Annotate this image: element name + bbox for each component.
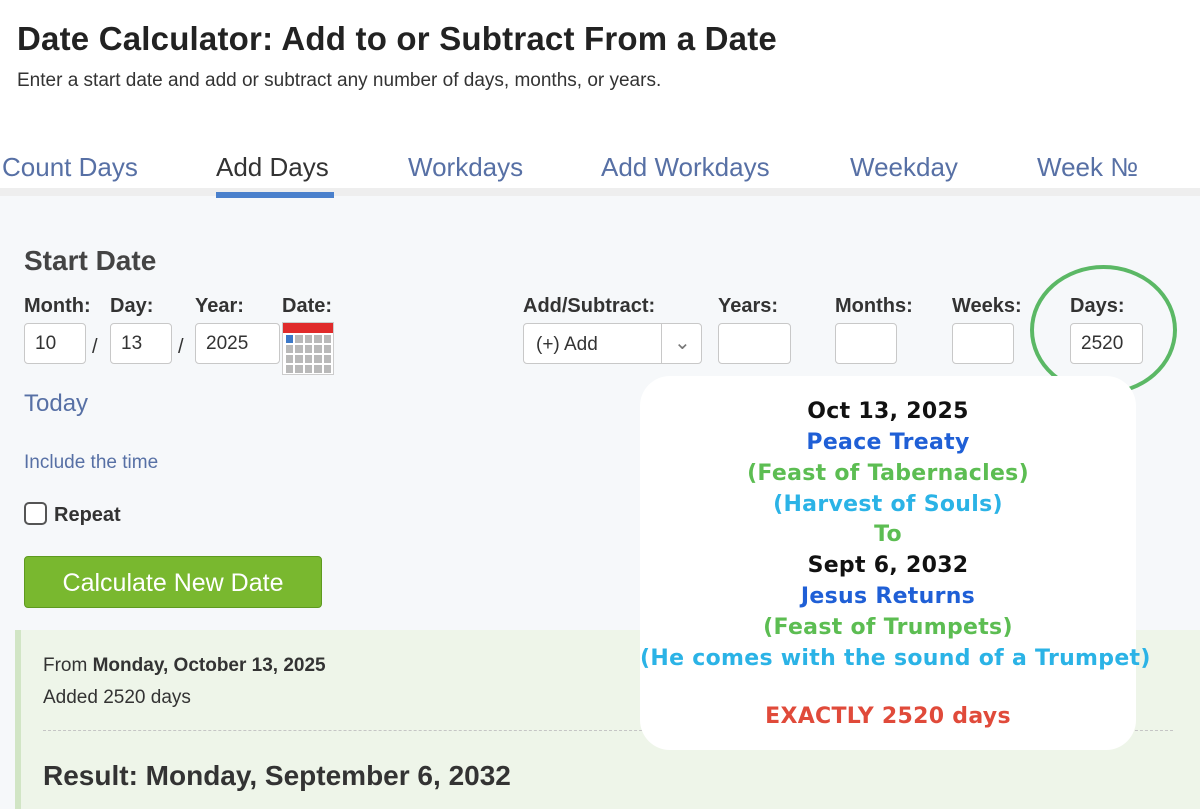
date-label: Date: [282, 295, 333, 317]
months-label: Months: [835, 295, 913, 317]
add-subtract-selected: (+) Add [536, 334, 598, 355]
tab-bar: Count Days Add Days Workdays Add Workday… [0, 140, 1200, 196]
years-label: Years: [718, 295, 779, 317]
note-line: Oct 13, 2025 [807, 399, 969, 424]
year-label: Year: [195, 295, 244, 317]
month-label: Month: [24, 295, 91, 317]
from-date: Monday, October 13, 2025 [92, 655, 326, 676]
note-line: (Harvest of Souls) [773, 492, 1003, 517]
tab-workdays[interactable]: Workdays [408, 152, 523, 183]
added-days-line: Added 2520 days [43, 687, 191, 708]
note-line: EXACTLY 2520 days [765, 704, 1011, 729]
day-label: Day: [110, 295, 154, 317]
month-input[interactable]: 10 [24, 323, 86, 364]
note-line: (Feast of Tabernacles) [747, 461, 1029, 486]
year-input[interactable]: 2025 [195, 323, 280, 364]
active-tab-indicator [216, 192, 334, 198]
weeks-input[interactable] [952, 323, 1014, 364]
tab-week-number[interactable]: Week № [1037, 152, 1138, 183]
add-subtract-label: Add/Subtract: [523, 295, 656, 317]
note-line: (He comes with the sound of a Trumpet) [640, 646, 1151, 671]
calendar-icon[interactable] [282, 322, 334, 375]
page-subtitle: Enter a start date and add or subtract a… [17, 70, 662, 91]
day-input[interactable]: 13 [110, 323, 172, 364]
page-title: Date Calculator: Add to or Subtract From… [17, 20, 777, 57]
date-separator: / [92, 336, 98, 358]
note-line: Peace Treaty [806, 430, 970, 455]
tab-add-days[interactable]: Add Days [216, 152, 329, 183]
start-date-heading: Start Date [24, 245, 157, 276]
tab-count-days[interactable]: Count Days [2, 152, 138, 183]
tab-weekday[interactable]: Weekday [850, 152, 958, 183]
repeat-checkbox[interactable] [24, 502, 47, 525]
add-subtract-select[interactable]: (+) Add ⌄ [523, 323, 702, 364]
years-input[interactable] [718, 323, 791, 364]
tab-add-workdays[interactable]: Add Workdays [601, 152, 770, 183]
calculate-new-date-button[interactable]: Calculate New Date [24, 556, 322, 608]
note-line: To [874, 522, 902, 547]
today-link[interactable]: Today [24, 390, 88, 418]
weeks-label: Weeks: [952, 295, 1022, 317]
from-line: From Monday, October 13, 2025 [43, 655, 326, 676]
chevron-down-icon: ⌄ [674, 332, 691, 354]
note-line: (Feast of Trumpets) [763, 615, 1013, 640]
date-separator: / [178, 336, 184, 358]
note-line: Jesus Returns [800, 584, 976, 609]
months-input[interactable] [835, 323, 897, 364]
repeat-label[interactable]: Repeat [54, 504, 121, 527]
result-date: Result: Monday, September 6, 2032 [43, 760, 511, 791]
note-line: Sept 6, 2032 [807, 553, 969, 578]
include-time-link[interactable]: Include the time [24, 452, 158, 474]
